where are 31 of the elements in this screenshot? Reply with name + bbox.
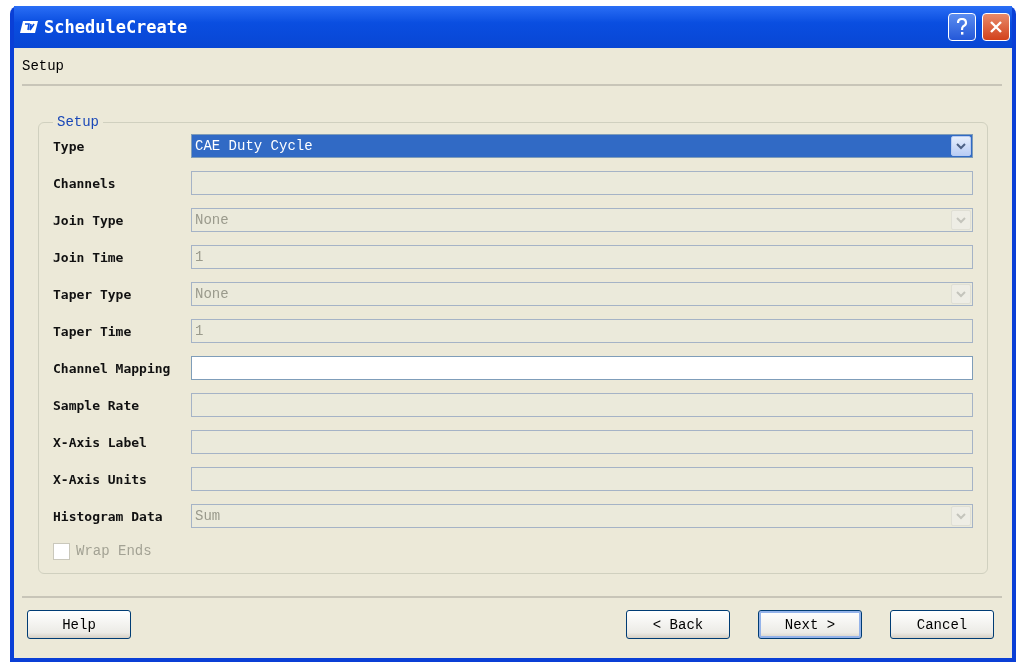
field-label: Join Time [53,249,125,265]
dialog-button[interactable]: Cancel [890,610,994,639]
close-button[interactable] [982,13,1010,41]
checkbox-label: Wrap Ends [76,543,152,559]
dropdown-button[interactable] [951,136,971,156]
menu-item[interactable]: Setup [22,58,64,74]
dialog-button[interactable]: < Back [626,610,730,639]
dialog-button[interactable]: Next > [758,610,862,639]
field-label: X-Axis Units [53,471,148,487]
window-title: ScheduleCreate [44,17,189,37]
field-label: Type [53,138,86,154]
help-button[interactable] [948,13,976,41]
dialog-button[interactable]: Help [27,610,131,639]
field-label: Channels [53,175,117,191]
chevron-down-icon [956,142,966,150]
field-label: Channel Mapping [53,360,172,376]
chevron-down-icon [956,512,966,520]
field-label: Join Type [53,212,125,228]
app-logo-icon [20,21,38,33]
field-label: Sample Rate [53,397,141,413]
group-title: Setup [56,114,100,130]
chevron-down-icon [956,216,966,224]
field-label: X-Axis Label [53,434,148,450]
input-field[interactable] [191,356,973,380]
field-label: Taper Type [53,286,133,302]
question-icon [956,18,968,36]
field-label: Taper Time [53,323,133,339]
chevron-down-icon [956,290,966,298]
field-label: Histogram Data [53,508,164,524]
close-icon [989,20,1003,34]
dropdown[interactable]: CAE Duty Cycle [191,134,973,158]
